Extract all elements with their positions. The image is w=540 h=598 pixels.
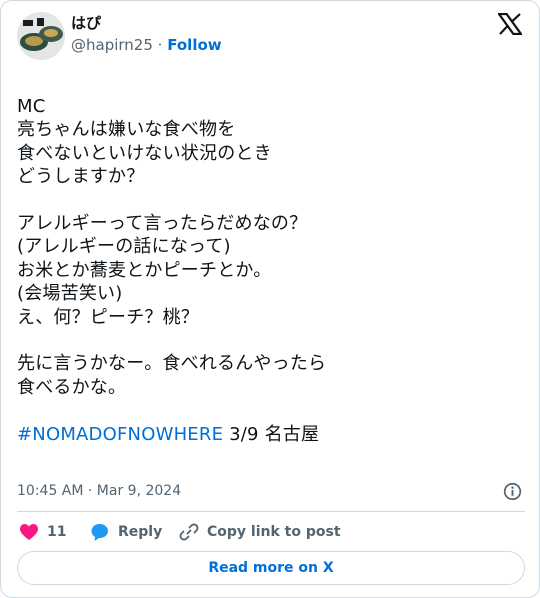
tweet-tail: 3/9 名古屋 xyxy=(223,423,320,445)
divider xyxy=(17,511,525,512)
avatar[interactable] xyxy=(17,12,65,60)
like-button[interactable]: 11 xyxy=(19,521,66,543)
info-icon[interactable] xyxy=(503,482,522,501)
author-handle-line: @hapirn25 · Follow xyxy=(71,35,222,55)
x-logo-icon[interactable] xyxy=(498,13,522,35)
reply-bubble-icon xyxy=(91,524,108,541)
copy-link-button[interactable]: Copy link to post xyxy=(179,521,341,543)
hashtag-link[interactable]: #NOMADOFNOWHERE xyxy=(17,424,223,445)
tweet-text: MC 亮ちゃんは嫌いな食べ物を 食べないといけない状況のとき どうしますか？ ア… xyxy=(17,95,525,446)
read-more-button[interactable]: Read more on X xyxy=(17,551,525,585)
copy-link-label: Copy link to post xyxy=(207,524,341,540)
timestamp[interactable]: 10:45 AM · Mar 9, 2024 xyxy=(17,481,181,501)
link-icon xyxy=(179,523,199,541)
heart-icon xyxy=(20,524,38,540)
like-count: 11 xyxy=(47,524,67,540)
separator: · xyxy=(157,36,163,54)
avatar-image xyxy=(17,12,65,60)
tweet-card: はぴ @hapirn25 · Follow MC 亮ちゃんは嫌いな食べ物を 食べ… xyxy=(0,0,540,598)
tweet-body: MC 亮ちゃんは嫌いな食べ物を 食べないといけない状況のとき どうしますか？ ア… xyxy=(17,96,327,398)
reply-label: Reply xyxy=(118,524,163,540)
author-display-name[interactable]: はぴ xyxy=(71,13,101,33)
author-handle[interactable]: @hapirn25 xyxy=(71,36,153,54)
follow-link[interactable]: Follow xyxy=(167,36,221,54)
reply-button[interactable]: Reply xyxy=(90,521,162,543)
